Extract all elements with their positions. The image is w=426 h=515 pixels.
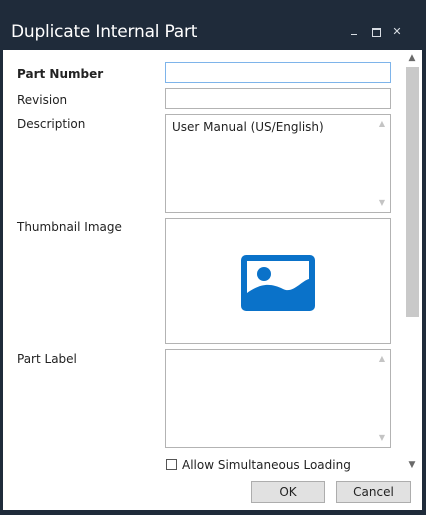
close-button[interactable]: ✕ — [391, 26, 403, 38]
description-textarea[interactable]: User Manual (US/English) ▲ ▼ — [165, 114, 391, 213]
close-icon: ✕ — [392, 25, 402, 38]
allow-simultaneous-loading-label: Allow Simultaneous Loading — [182, 458, 351, 472]
cancel-button[interactable]: Cancel — [336, 481, 411, 503]
window-title: Duplicate Internal Part — [11, 22, 198, 42]
scroll-up-icon[interactable]: ▲ — [377, 354, 387, 364]
description-value: User Manual (US/English) — [172, 120, 324, 134]
title-bar[interactable]: Duplicate Internal Part ✕ — [0, 0, 426, 48]
thumbnail-box[interactable] — [165, 218, 391, 344]
scroll-down-icon[interactable]: ▼ — [377, 198, 387, 208]
part-label-label: Part Label — [17, 352, 77, 366]
scroll-down-icon[interactable]: ▼ — [377, 433, 387, 443]
ok-button[interactable]: OK — [251, 481, 325, 503]
allow-simultaneous-loading-checkbox[interactable] — [166, 459, 177, 470]
minimize-icon — [351, 34, 357, 35]
maximize-button[interactable] — [370, 26, 382, 38]
description-label: Description — [17, 117, 86, 131]
scroll-up-icon[interactable]: ▲ — [377, 119, 387, 129]
dialog-scrollbar[interactable]: ▲ ▼ — [404, 50, 420, 472]
part-number-input[interactable] — [165, 62, 391, 83]
revision-input[interactable] — [165, 88, 391, 109]
part-label-scrollbar[interactable]: ▲ ▼ — [377, 352, 387, 445]
scroll-up-icon[interactable]: ▲ — [404, 53, 420, 63]
minimize-button[interactable] — [348, 26, 360, 38]
image-placeholder-icon — [241, 255, 315, 311]
dialog-content: Part Number Revision Description User Ma… — [3, 50, 422, 510]
dialog-window: Duplicate Internal Part ✕ Part Number Re… — [0, 0, 426, 515]
part-label-textarea[interactable]: ▲ ▼ — [165, 349, 391, 448]
revision-label: Revision — [17, 93, 68, 107]
scroll-down-icon[interactable]: ▼ — [404, 460, 420, 470]
description-scrollbar[interactable]: ▲ ▼ — [377, 117, 387, 210]
part-number-label: Part Number — [17, 67, 104, 81]
maximize-icon — [372, 28, 381, 37]
thumbnail-label: Thumbnail Image — [17, 220, 122, 234]
scrollbar-thumb[interactable] — [406, 67, 419, 317]
